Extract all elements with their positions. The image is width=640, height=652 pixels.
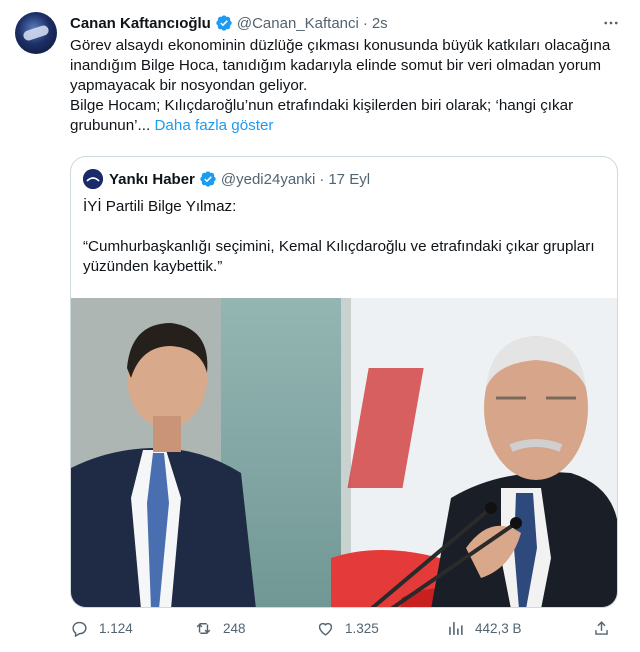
quote-text-paragraph [83, 217, 603, 237]
reply-button[interactable]: 1.124 [70, 618, 133, 638]
tweet-text-paragraph: Görev alsaydı ekonominin düzlüğe çıkması… [70, 37, 611, 94]
retweet-count: 248 [223, 620, 246, 636]
retweet-button[interactable]: 248 [194, 618, 246, 638]
share-icon [595, 620, 608, 635]
views-count: 442,3 B [475, 620, 522, 636]
like-icon [318, 622, 333, 636]
quote-text-paragraph: İYİ Partili Bilge Yılmaz: [83, 198, 237, 215]
tweet-actions: 1.124 248 1.325 442,3 B [70, 618, 622, 638]
tweet-text-paragraph: Bilge Hocam; Kılıçdaroğlu’nun etrafındak… [70, 96, 626, 136]
quoted-tweet[interactable]: Yankı Haber @yedi24yanki · 17 Eyl İYİ Pa… [70, 156, 618, 608]
share-button[interactable] [592, 618, 621, 638]
author-name[interactable]: Canan Kaftancıoğlu [70, 15, 211, 32]
tweet[interactable]: Canan Kaftancıoğlu @Canan_Kaftanci · 2s … [0, 0, 640, 652]
retweet-icon [196, 622, 211, 634]
like-count: 1.325 [345, 620, 379, 636]
quote-media-image[interactable] [71, 298, 617, 607]
tweet-content: Canan Kaftancıoğlu @Canan_Kaftanci · 2s … [70, 12, 622, 608]
quote-author-name: Yankı Haber [109, 170, 195, 188]
views-button[interactable]: 442,3 B [446, 618, 522, 638]
quote-time: 17 Eyl [328, 170, 371, 188]
photo-illustration [71, 298, 617, 607]
more-horizontal-icon[interactable] [600, 12, 622, 34]
quote-author-handle: @yedi24yanki [220, 170, 316, 188]
verified-badge-icon [215, 14, 233, 32]
like-button[interactable]: 1.325 [316, 618, 379, 638]
author-handle[interactable]: @Canan_Kaftanci [237, 15, 359, 32]
verified-badge-icon [199, 170, 217, 188]
author-avatar[interactable] [15, 12, 57, 54]
tweet-text-truncated: Bilge Hocam; Kılıçdaroğlu’nun etrafındak… [70, 97, 574, 134]
quote-text-paragraph: “Cumhurbaşkanlığı seçimini, Kemal Kılıçd… [83, 238, 595, 275]
tweet-header: Canan Kaftancıoğlu @Canan_Kaftanci · 2s [70, 12, 622, 34]
quote-author-avatar [83, 169, 103, 189]
quote-text: İYİ Partili Bilge Yılmaz: “Cumhurbaşkanl… [83, 197, 603, 277]
show-more-link[interactable]: Daha fazla göster [154, 117, 273, 134]
quote-header: Yankı Haber @yedi24yanki · 17 Eyl [83, 169, 370, 189]
separator-dot: · [319, 170, 325, 188]
views-icon [449, 621, 463, 635]
separator-dot: · [362, 14, 368, 32]
reply-icon [72, 621, 87, 637]
tweet-time[interactable]: 2s [372, 15, 388, 32]
tweet-text: Görev alsaydı ekonominin düzlüğe çıkması… [70, 36, 626, 136]
reply-count: 1.124 [99, 620, 133, 636]
